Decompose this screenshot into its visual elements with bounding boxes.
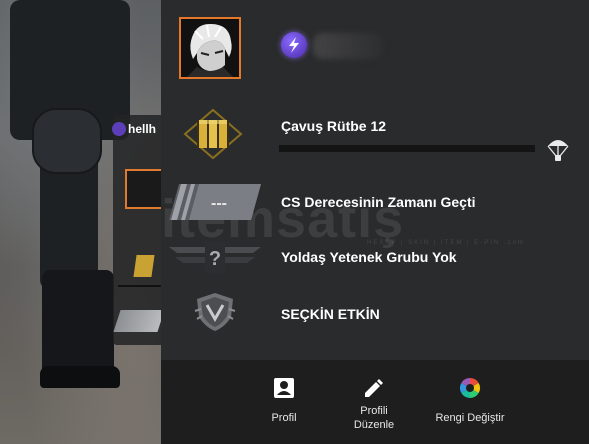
person-card-icon [274, 378, 294, 398]
character-boot [42, 270, 114, 380]
lightning-badge [281, 32, 307, 58]
boot-sole [40, 366, 120, 388]
watermark-subtext: HESAP | SKIN | ITEM | E-PIN .com [367, 240, 525, 246]
elite-shield-icon [193, 291, 237, 338]
profile-button-label: Profil [271, 412, 297, 424]
profile-panel: itemsatış Çavuş Rütbe 12 --- CS Derecesi… [161, 0, 589, 444]
pencil-icon [365, 379, 383, 397]
lightning-badge-icon [112, 122, 126, 136]
avatar-image [181, 19, 239, 77]
cs-rating-placeholder: --- [211, 195, 227, 212]
change-color-button[interactable]: Rengi Değiştir [425, 360, 515, 444]
skill-group-placeholder: ? [209, 248, 221, 270]
ghost-avatar [125, 169, 163, 209]
cs-rating-text: CS Derecesinin Zamanı Geçti [281, 194, 476, 210]
action-bar: Profil Profili Düzenle Rengi Değiştir [161, 360, 589, 444]
ghost-rank-icon [133, 255, 155, 277]
elite-status-text: SEÇKİN ETKİN [281, 306, 380, 322]
skill-group-icon: ? [169, 239, 261, 280]
ghost-profile-panel: hellh [112, 115, 165, 345]
rank-progress-bar [279, 145, 535, 152]
rank-chevrons-icon [183, 108, 243, 165]
ghost-cs-rating-icon [113, 310, 165, 332]
lightning-bolt-icon [289, 37, 299, 53]
change-color-button-label: Rengi Değiştir [435, 412, 505, 424]
edit-profile-button[interactable]: Profili Düzenle [339, 360, 409, 444]
skill-group-text: Yoldaş Yetenek Grubu Yok [281, 249, 457, 265]
color-wheel-icon [460, 378, 480, 398]
avatar[interactable] [179, 17, 241, 79]
ghost-player-name: hellh [128, 122, 157, 136]
edit-profile-button-label: Profili Düzenle [353, 405, 395, 431]
parachute-icon[interactable] [547, 136, 569, 167]
cs-rating-icon: --- [169, 184, 261, 225]
character-kneepad [32, 108, 102, 174]
player-name-redacted [313, 33, 383, 59]
ghost-progress-bar [118, 285, 161, 287]
rank-title: Çavuş Rütbe 12 [281, 118, 387, 134]
profile-button[interactable]: Profil [249, 360, 319, 444]
